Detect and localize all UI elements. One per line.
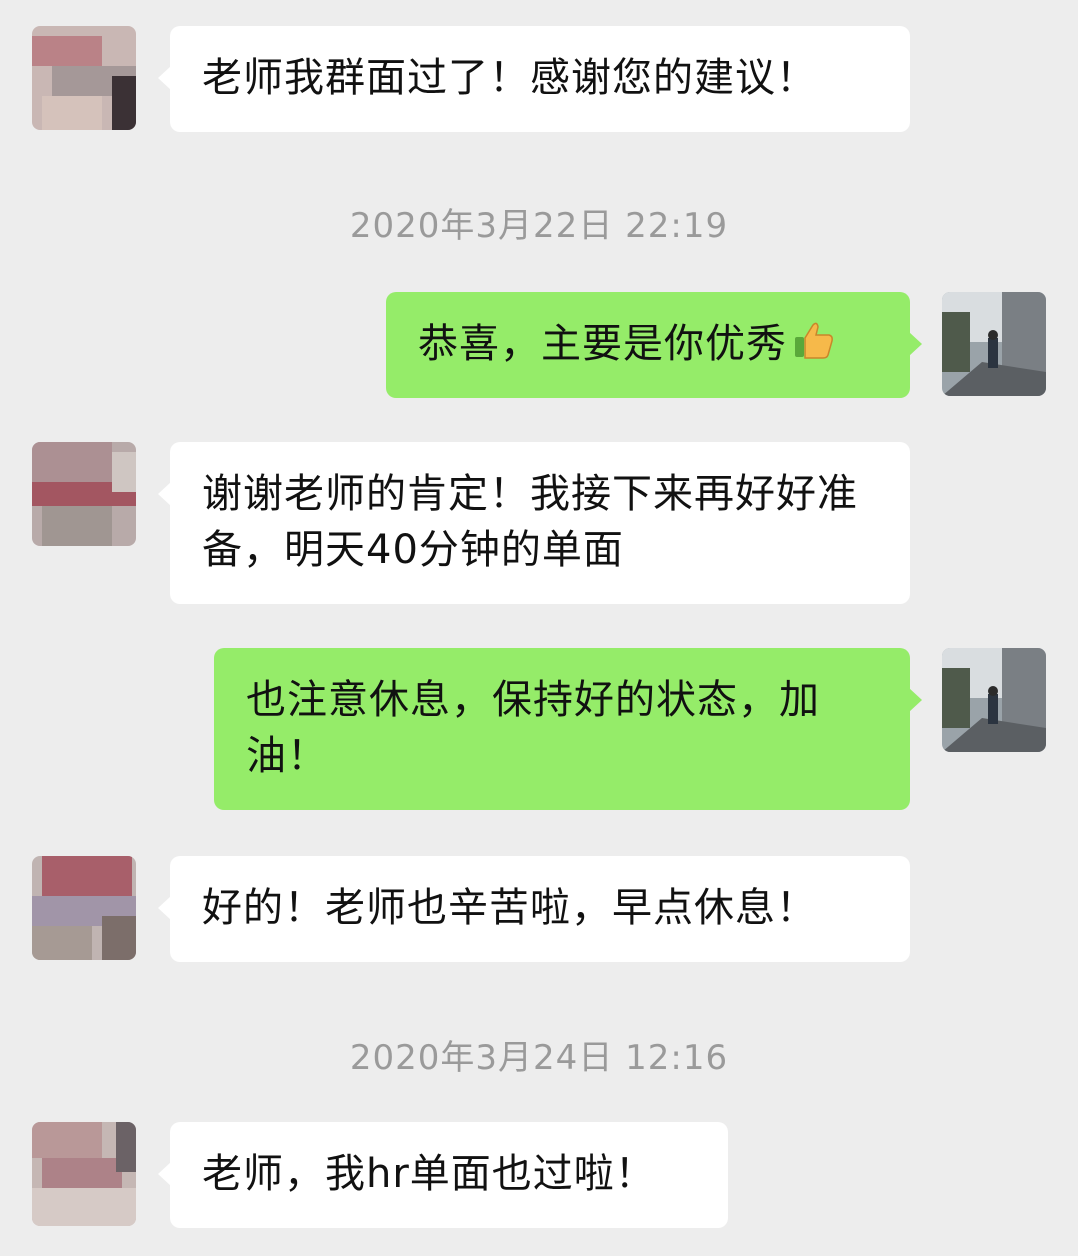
my-avatar[interactable] xyxy=(942,648,1046,752)
contact-avatar[interactable] xyxy=(32,26,136,130)
message-bubble-outgoing[interactable]: 也注意休息，保持好的状态，加油！ xyxy=(214,648,922,810)
message-bubble-incoming[interactable]: 谢谢老师的肯定！我接下来再好好准备，明天40分钟的单面 xyxy=(158,442,910,604)
message-text: 也注意休息，保持好的状态，加油！ xyxy=(246,677,820,779)
thumbs-up-icon xyxy=(791,317,837,378)
timestamp: 2020年3月22日 22:19 xyxy=(349,206,729,246)
message-bubble-outgoing[interactable]: 恭喜，主要是你优秀 xyxy=(386,292,922,398)
message-text: 好的！老师也辛苦啦，早点休息！ xyxy=(202,885,817,931)
message-text: 谢谢老师的肯定！我接下来再好好准备，明天40分钟的单面 xyxy=(202,471,858,573)
timestamp: 2020年3月24日 12:16 xyxy=(349,1038,729,1078)
contact-avatar[interactable] xyxy=(32,442,136,546)
message-text: 恭喜，主要是你优秀 xyxy=(418,321,787,367)
contact-avatar[interactable] xyxy=(32,856,136,960)
message-bubble-incoming[interactable]: 老师，我hr单面也过啦！ xyxy=(158,1122,728,1228)
contact-avatar[interactable] xyxy=(32,1122,136,1226)
message-text: 老师我群面过了！感谢您的建议！ xyxy=(202,55,817,101)
message-bubble-incoming[interactable]: 好的！老师也辛苦啦，早点休息！ xyxy=(158,856,910,962)
message-bubble-incoming[interactable]: 老师我群面过了！感谢您的建议！ xyxy=(158,26,910,132)
message-text: 老师，我hr单面也过啦！ xyxy=(202,1151,656,1197)
my-avatar[interactable] xyxy=(942,292,1046,396)
